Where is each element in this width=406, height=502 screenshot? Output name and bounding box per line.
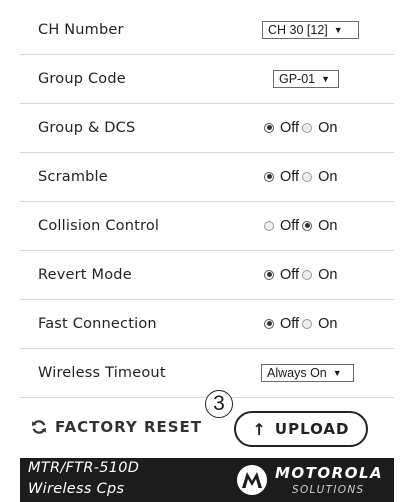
revert-mode-off-label: Off [280,266,300,283]
step-marker: 3 [205,390,233,418]
settings-panel: CH Number CH 30 [12] ▼ Group Code GP-01 … [0,0,406,502]
motorola-logo-icon [237,465,267,495]
fast-connection-row: Fast Connection Off On [20,299,394,349]
collision-control-label: Collision Control [38,217,160,234]
fast-connection-radio-group: Off On [264,316,340,332]
triangle-down-icon: ▼ [321,73,331,84]
group-code-select[interactable]: GP-01 ▼ [273,69,339,88]
footer: MTR/FTR-510D Wireless Cps MOTOROLA SOLUT… [20,458,394,502]
refresh-icon [32,420,46,434]
revert-mode-label: Revert Mode [38,266,132,283]
scramble-row: Scramble Off On [20,152,394,202]
collision-control-row: Collision Control Off On [20,201,394,251]
revert-mode-on-radio[interactable] [302,269,313,280]
group-code-row: Group Code GP-01 ▼ [20,54,394,104]
group-dcs-label: Group & DCS [38,119,136,136]
scramble-on-radio[interactable] [302,171,313,182]
wireless-timeout-select[interactable]: Always On ▼ [261,363,354,382]
triangle-down-icon: ▼ [332,367,342,378]
product-name: Wireless Cps [28,481,125,497]
wireless-timeout-label: Wireless Timeout [38,364,166,381]
collision-control-off-radio[interactable] [264,220,274,231]
ch-number-select[interactable]: CH 30 [12] ▼ [262,20,359,39]
up-arrow-icon: ↑ [252,419,267,439]
ch-number-label: CH Number [38,21,124,38]
upload-label: UPLOAD [274,420,350,438]
scramble-off-radio[interactable] [264,171,274,182]
wireless-timeout-row: Wireless Timeout Always On ▼ [20,348,394,398]
collision-control-on-label: On [318,217,338,234]
triangle-down-icon: ▼ [333,24,343,35]
collision-control-off-label: Off [280,217,300,234]
fast-connection-label: Fast Connection [38,315,157,332]
collision-control-radio-group: Off On [264,218,340,234]
collision-control-on-radio[interactable] [302,220,313,231]
revert-mode-radio-group: Off On [264,267,340,283]
group-code-value: GP-01 [279,71,316,86]
ch-number-value: CH 30 [12] [268,22,328,37]
group-dcs-radio-group: Off On [264,120,340,136]
fast-connection-on-radio[interactable] [302,318,313,329]
factory-reset-label: FACTORY RESET [55,418,203,436]
scramble-radio-group: Off On [264,169,340,185]
revert-mode-row: Revert Mode Off On [20,250,394,300]
revert-mode-on-label: On [318,266,338,283]
scramble-on-label: On [318,168,338,185]
brand-subtitle: SOLUTIONS [292,484,365,496]
scramble-off-label: Off [280,168,300,185]
group-dcs-off-radio[interactable] [264,122,274,133]
ch-number-row: CH Number CH 30 [12] ▼ [20,5,394,55]
brand-name: MOTOROLA [275,464,384,482]
wireless-timeout-value: Always On [267,365,327,380]
revert-mode-off-radio[interactable] [264,269,274,280]
fast-connection-on-label: On [318,315,338,332]
group-dcs-on-radio[interactable] [302,122,313,133]
group-code-label: Group Code [38,70,126,87]
scramble-label: Scramble [38,168,108,185]
factory-reset-button[interactable]: FACTORY RESET [31,418,202,436]
product-model: MTR/FTR-510D [28,460,140,476]
fast-connection-off-label: Off [280,315,300,332]
upload-button[interactable]: ↑ UPLOAD [234,411,368,447]
group-dcs-off-label: Off [280,119,300,136]
fast-connection-off-radio[interactable] [264,318,274,329]
group-dcs-on-label: On [318,119,338,136]
group-dcs-row: Group & DCS Off On [20,103,394,153]
